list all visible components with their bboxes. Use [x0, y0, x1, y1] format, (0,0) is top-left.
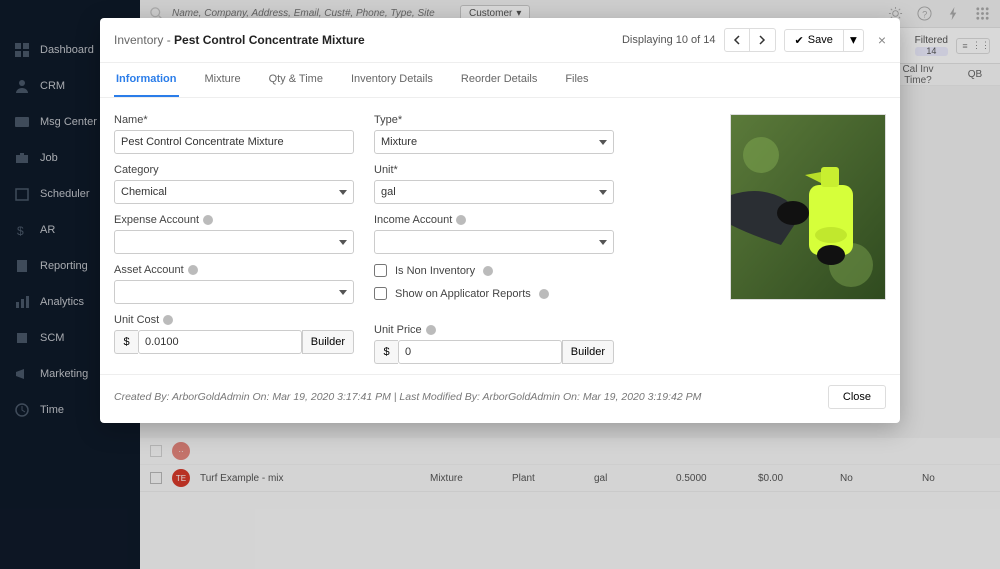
- field-type: Type* Mixture: [374, 114, 614, 154]
- modal-header-right: Displaying 10 of 14 ✔ Save ▾ ×: [622, 28, 886, 52]
- field-unit-cost: Unit Cost $ Builder: [114, 314, 354, 354]
- save-dropdown[interactable]: ▾: [844, 29, 864, 52]
- info-icon[interactable]: [163, 315, 173, 325]
- checkbox-non-inventory-label: Is Non Inventory: [395, 265, 475, 277]
- label-category: Category: [114, 164, 354, 176]
- close-x-button[interactable]: ×: [878, 32, 886, 48]
- field-name: Name*: [114, 114, 354, 154]
- close-button[interactable]: Close: [828, 385, 886, 409]
- displaying-text: Displaying 10 of 14: [622, 34, 716, 46]
- builder-button[interactable]: Builder: [302, 330, 354, 354]
- info-icon[interactable]: [539, 289, 549, 299]
- tab-mixture[interactable]: Mixture: [203, 63, 243, 97]
- label-expense: Expense Account: [114, 214, 354, 226]
- chevron-down-icon: ▾: [850, 32, 857, 48]
- label-unit-cost: Unit Cost: [114, 314, 354, 326]
- info-icon[interactable]: [188, 265, 198, 275]
- save-group: ✔ Save ▾: [784, 29, 864, 52]
- field-expense: Expense Account: [114, 214, 354, 254]
- checkbox-non-inventory[interactable]: Is Non Inventory: [374, 264, 614, 277]
- label-unit-price: Unit Price: [374, 324, 614, 336]
- tab-files[interactable]: Files: [563, 63, 590, 97]
- label-name: Name*: [114, 114, 354, 126]
- input-name[interactable]: [114, 130, 354, 154]
- info-icon[interactable]: [426, 325, 436, 335]
- modal-title: Inventory - Pest Control Concentrate Mix…: [114, 33, 365, 47]
- info-icon[interactable]: [203, 215, 213, 225]
- input-unit-cost[interactable]: [138, 330, 302, 354]
- field-category: Category Chemical: [114, 164, 354, 204]
- label-asset: Asset Account: [114, 264, 354, 276]
- info-icon[interactable]: [456, 215, 466, 225]
- footer-meta: Created By: ArborGoldAdmin On: Mar 19, 2…: [114, 391, 701, 403]
- tab-inventory-details[interactable]: Inventory Details: [349, 63, 435, 97]
- select-category[interactable]: Chemical: [114, 180, 354, 204]
- tab-qty-time[interactable]: Qty & Time: [267, 63, 325, 97]
- select-expense[interactable]: [114, 230, 354, 254]
- checkbox-applicator-input[interactable]: [374, 287, 387, 300]
- prev-button[interactable]: [724, 28, 750, 52]
- label-type: Type*: [374, 114, 614, 126]
- pager: [724, 28, 776, 52]
- unit-cost-group: $ Builder: [114, 330, 354, 354]
- save-button[interactable]: ✔ Save: [784, 29, 844, 52]
- next-button[interactable]: [750, 28, 776, 52]
- image-column: [730, 114, 886, 364]
- form-col-right: Type* Mixture Unit* gal Income Account I…: [374, 114, 614, 364]
- inventory-modal: Inventory - Pest Control Concentrate Mix…: [100, 18, 900, 423]
- field-unit-price: Unit Price $ Builder: [374, 324, 614, 364]
- builder-button[interactable]: Builder: [562, 340, 614, 364]
- check-icon: ✔: [795, 34, 804, 47]
- field-income: Income Account: [374, 214, 614, 254]
- select-unit[interactable]: gal: [374, 180, 614, 204]
- modal-body: Name* Category Chemical Expense Account …: [100, 98, 900, 374]
- modal-header: Inventory - Pest Control Concentrate Mix…: [100, 18, 900, 63]
- modal-tabs: Information Mixture Qty & Time Inventory…: [100, 63, 900, 98]
- tab-reorder-details[interactable]: Reorder Details: [459, 63, 539, 97]
- input-unit-price[interactable]: [398, 340, 562, 364]
- modal-footer: Created By: ArborGoldAdmin On: Mar 19, 2…: [100, 374, 900, 423]
- label-income: Income Account: [374, 214, 614, 226]
- form-col-left: Name* Category Chemical Expense Account …: [114, 114, 354, 364]
- info-icon[interactable]: [483, 266, 493, 276]
- select-type[interactable]: Mixture: [374, 130, 614, 154]
- checkbox-non-inventory-input[interactable]: [374, 264, 387, 277]
- currency-symbol: $: [114, 330, 138, 354]
- field-unit: Unit* gal: [374, 164, 614, 204]
- currency-symbol: $: [374, 340, 398, 364]
- field-asset: Asset Account: [114, 264, 354, 304]
- modal-title-text: Pest Control Concentrate Mixture: [174, 33, 365, 47]
- checkbox-applicator-label: Show on Applicator Reports: [395, 288, 531, 300]
- tab-information[interactable]: Information: [114, 63, 179, 97]
- select-asset[interactable]: [114, 280, 354, 304]
- checkbox-applicator[interactable]: Show on Applicator Reports: [374, 287, 614, 300]
- unit-price-group: $ Builder: [374, 340, 614, 364]
- select-income[interactable]: [374, 230, 614, 254]
- save-label: Save: [808, 34, 833, 46]
- product-image[interactable]: [730, 114, 886, 300]
- label-unit: Unit*: [374, 164, 614, 176]
- modal-breadcrumb: Inventory -: [114, 33, 174, 47]
